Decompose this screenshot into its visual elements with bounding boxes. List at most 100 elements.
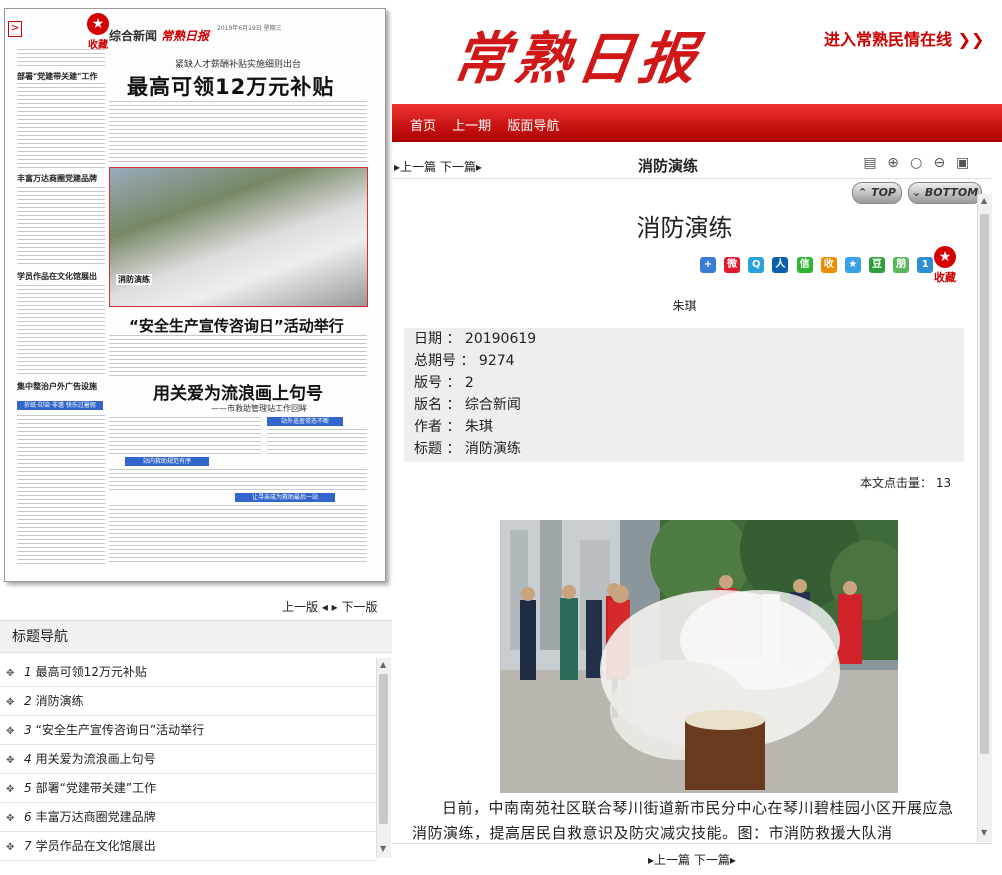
paper-side-title[interactable]: 学员作品在文化馆展出 (17, 271, 97, 282)
bottom-button[interactable]: ⌄ BOTTOM (908, 182, 982, 204)
paper-section-header: 综合新闻 常熟日报 (109, 27, 209, 44)
star-icon: ★ (934, 246, 956, 268)
paper-photo-caption: 消防演练 (116, 274, 152, 285)
meta-value: 9274 (478, 353, 515, 369)
paper-headline[interactable]: 最高可领12万元补贴 (127, 71, 334, 101)
next-page-link[interactable]: 下一版 (342, 600, 378, 614)
share-bar: + 微 Q 人 信 收 ★ 豆 朋 1 (700, 256, 937, 273)
paper-section-bar: 站内救助规范有序 (125, 457, 209, 466)
paper-subhead-3: ——市救助管理站工作回眸 (211, 404, 307, 413)
share-pengyou-icon[interactable]: 朋 (893, 257, 910, 273)
article-favorite-button[interactable]: ★ 收藏 (932, 246, 958, 285)
nav-item-title: “安全生产宣传咨询日”活动举行 (35, 723, 205, 737)
diamond-icon: ✥ (6, 755, 15, 766)
article-meta: 日期 ： 20190619 总期号 ： 9274 版号 ： 2 版名 ： 综合新… (404, 328, 964, 462)
scrollbar-thumb[interactable] (980, 214, 989, 754)
diamond-icon: ✥ (6, 842, 15, 853)
nav-item[interactable]: ✥ 4 用关爱为流浪画上句号 (0, 745, 376, 774)
left-panel: > ★ 收藏 综合新闻 常熟日报 2019年6月19日 星期三 紧缺人才薪酬补贴实… (0, 0, 392, 875)
article-scrollbar[interactable]: ▲ ▼ (977, 194, 992, 842)
nav-scrollbar[interactable]: ▲ ▼ (376, 658, 391, 858)
text-column (17, 187, 105, 267)
article-toolbar: ▸上一篇 下一篇▸ 消防演练 ▤ ⊕ ○ ⊖ ▣ (392, 152, 992, 179)
arrow-right-icon: ▸ (729, 853, 736, 867)
nav-prev-issue-link[interactable]: 上一期 (452, 119, 491, 134)
share-douban-icon[interactable]: 豆 (868, 257, 885, 273)
nav-item-title: 用关爱为流浪画上句号 (35, 752, 156, 766)
top-button[interactable]: ⌃ TOP (852, 182, 902, 204)
paper-masthead: 常熟日报 (161, 29, 210, 43)
article-pager: ▸上一篇 下一篇▸ (394, 158, 482, 175)
prev-article-link[interactable]: 上一篇 (400, 160, 436, 174)
site-logo[interactable]: 常熟日报 (448, 14, 707, 95)
text-column (109, 417, 261, 457)
meta-label: 作者 (414, 419, 442, 435)
nav-item-title: 消防演练 (35, 694, 84, 708)
share-renren-icon[interactable]: 人 (772, 257, 789, 273)
pager-arrows-icon: ◂ ▸ (321, 600, 338, 614)
zoom-out-icon[interactable]: ⊖ (931, 155, 947, 171)
share-star-icon[interactable]: ★ (844, 257, 861, 273)
nav-item-title: 学员作品在文化馆展出 (35, 839, 156, 853)
scroll-up-icon[interactable]: ▲ (981, 196, 987, 205)
paper-headline-3[interactable]: 用关爱为流浪画上句号 (153, 379, 323, 404)
article-title: 消防演练 (636, 214, 733, 242)
top-button-label: TOP (871, 186, 896, 199)
diamond-icon: ✥ (6, 668, 15, 679)
article-photo (500, 520, 898, 793)
zoom-reset-icon[interactable]: ○ (908, 155, 924, 171)
paper-side-title[interactable]: 部署"党建带关建"工作 (17, 71, 97, 82)
bottom-next-article-link[interactable]: 下一篇 (694, 853, 730, 867)
bottom-prev-article-link[interactable]: 上一篇 (654, 853, 690, 867)
text-column (17, 415, 105, 565)
site-header: 常熟日报 进入常熟民情在线 ❯❯ (392, 0, 1002, 105)
nav-item-number: 6 (24, 810, 32, 824)
scrollbar-thumb[interactable] (379, 674, 388, 824)
nav-item-title: 部署“党建带关建”工作 (35, 781, 157, 795)
paper-side-title[interactable]: 丰富万达商圈党建品牌 (17, 173, 97, 184)
toolbar-title: 消防演练 (638, 157, 699, 175)
meta-value: 20190619 (464, 331, 537, 347)
paper-headline-2[interactable]: “安全生产宣传咨询日”活动举行 (129, 315, 344, 336)
scroll-up-icon[interactable]: ▲ (380, 660, 386, 669)
nav-item-number: 1 (24, 665, 32, 679)
toolbar-icons: ▤ ⊕ ○ ⊖ ▣ (862, 155, 974, 171)
share-more-icon[interactable]: + (700, 257, 716, 273)
share-qzone-icon[interactable]: Q (748, 257, 765, 273)
share-count-icon[interactable]: 1 (917, 257, 934, 273)
print-icon[interactable]: ▣ (955, 155, 971, 171)
main-nav-bar: 首页 上一期 版面导航 (392, 104, 1002, 142)
article-author: 朱琪 (672, 299, 697, 313)
share-weibo-icon[interactable]: 微 (724, 257, 741, 273)
meta-row: 总期号 ： 9274 (404, 350, 964, 372)
paper-photo[interactable]: 消防演练 (109, 167, 368, 307)
nav-item[interactable]: ✥ 1 最高可领12万元补贴 (0, 658, 376, 687)
click-count-value: 13 (935, 476, 952, 490)
favorite-button[interactable]: ★ 收藏 (85, 13, 111, 51)
nav-item-title: 丰富万达商圈党建品牌 (35, 810, 156, 824)
scroll-down-icon[interactable]: ▼ (981, 828, 987, 837)
nav-item[interactable]: ✥ 3 “安全生产宣传咨询日”活动举行 (0, 716, 376, 745)
next-article-link[interactable]: 下一篇 (440, 160, 476, 174)
nav-layout-link[interactable]: 版面导航 (507, 119, 559, 134)
expand-arrow-icon[interactable]: > (8, 21, 22, 37)
nav-item[interactable]: ✥ 7 学员作品在文化馆展出 (0, 832, 376, 861)
document-icon[interactable]: ▤ (862, 155, 878, 171)
nav-item[interactable]: ✥ 2 消防演练 (0, 687, 376, 716)
text-column (17, 49, 105, 69)
nav-item[interactable]: ✥ 5 部署“党建带关建”工作 (0, 774, 376, 803)
article-favorite-label: 收藏 (934, 271, 956, 284)
share-wechat-icon[interactable]: 信 (796, 257, 813, 273)
nav-item[interactable]: ✥ 6 丰富万达商圈党建品牌 (0, 803, 376, 832)
meta-row: 作者 ： 朱琪 (404, 416, 964, 438)
paper-side-title[interactable]: 集中整治户外广告设施 (17, 381, 97, 392)
newspaper-page-thumbnail[interactable]: > ★ 收藏 综合新闻 常熟日报 2019年6月19日 星期三 紧缺人才薪酬补贴实… (4, 8, 386, 582)
meta-value: 综合新闻 (464, 397, 521, 413)
zoom-in-icon[interactable]: ⊕ (885, 155, 901, 171)
prev-page-link[interactable]: 上一版 (282, 600, 318, 614)
scroll-down-icon[interactable]: ▼ (380, 844, 386, 853)
minqing-online-link[interactable]: 进入常熟民情在线 ❯❯ (824, 26, 984, 50)
diamond-icon: ✥ (6, 813, 15, 824)
nav-home-link[interactable]: 首页 (410, 119, 436, 134)
share-fav-icon[interactable]: 收 (820, 257, 837, 273)
